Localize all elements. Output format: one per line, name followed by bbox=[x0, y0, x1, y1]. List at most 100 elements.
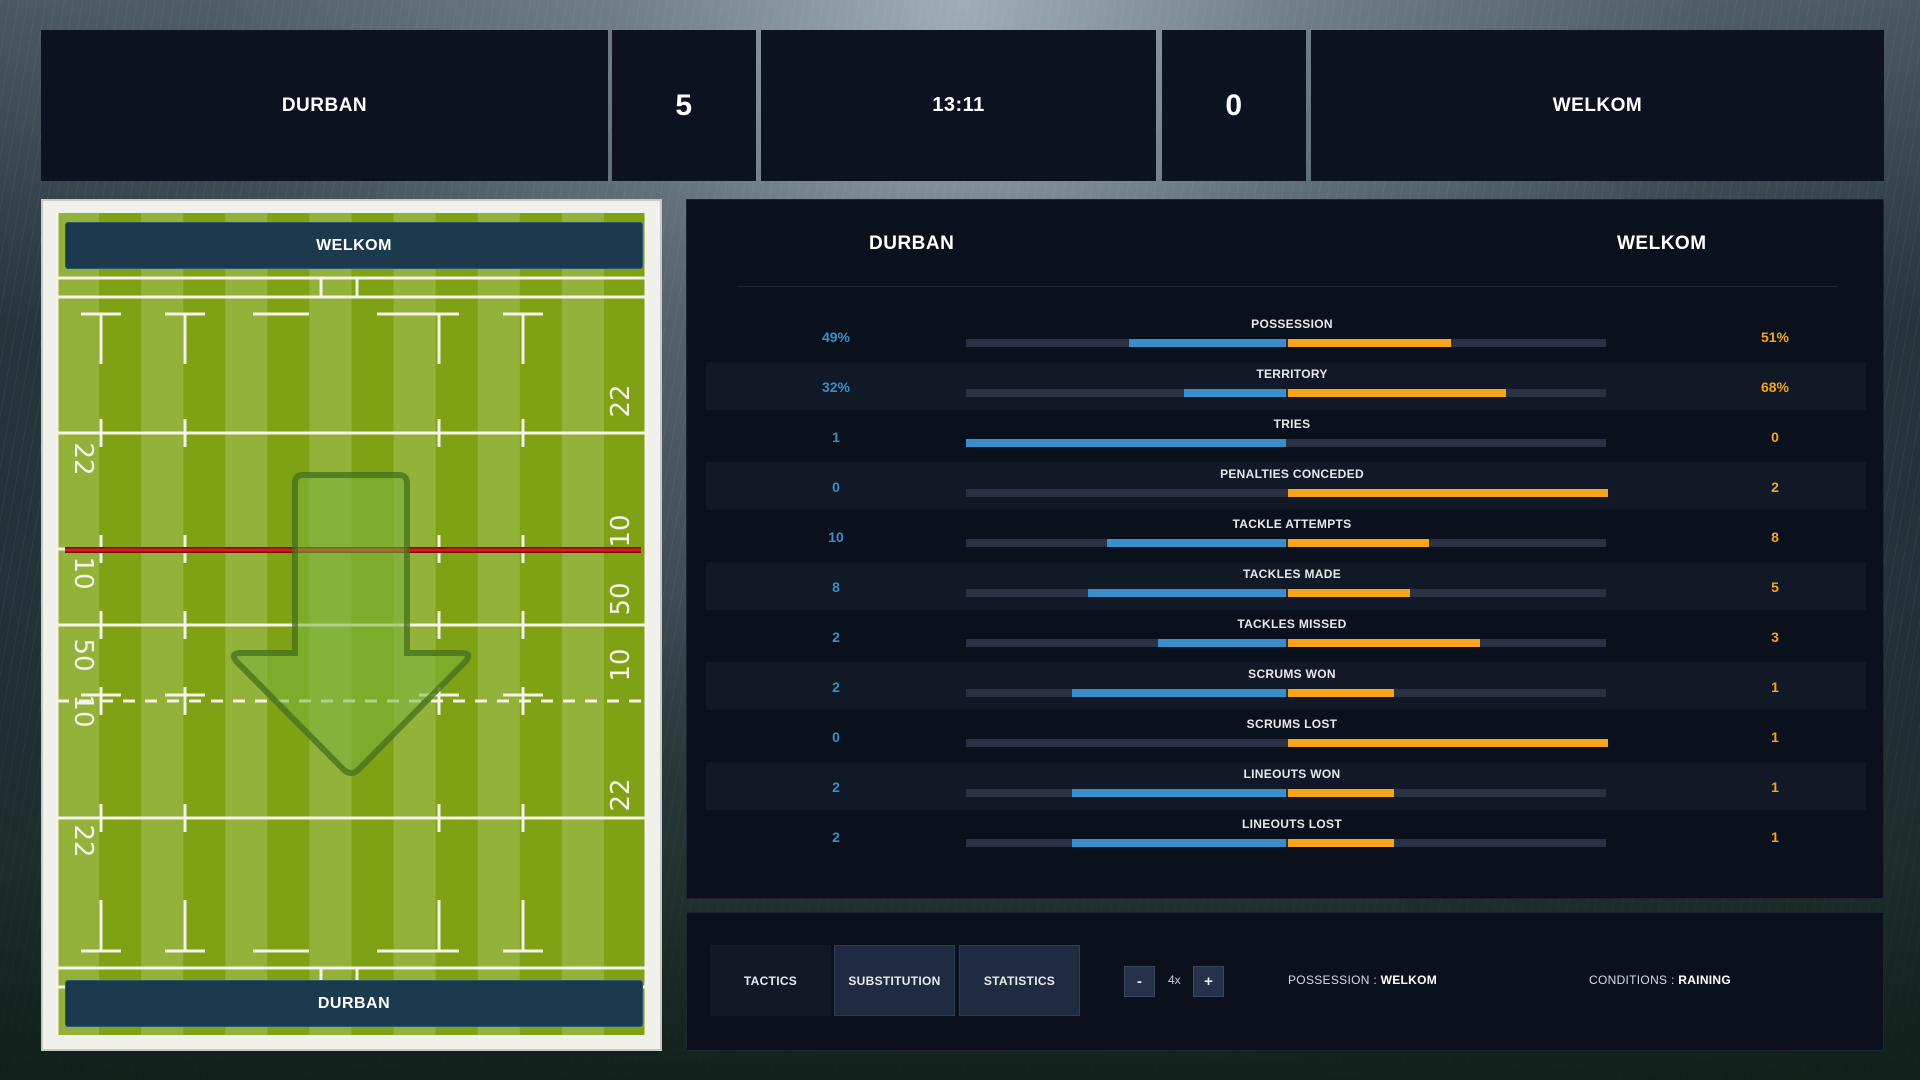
stat-away-value: 1 bbox=[1771, 729, 1779, 745]
stat-bar-track bbox=[966, 389, 1606, 397]
left-line-marking: 22 bbox=[68, 442, 98, 475]
stat-label: POSSESSION bbox=[1251, 317, 1333, 331]
right-line-marking: 50 bbox=[606, 582, 636, 615]
away-team-name: WELKOM bbox=[1311, 30, 1884, 181]
stat-home-value: 8 bbox=[832, 579, 840, 595]
top-team-bar: WELKOM bbox=[65, 222, 643, 269]
stat-label: LINEOUTS WON bbox=[1243, 767, 1341, 781]
conditions-value: RAINING bbox=[1678, 973, 1732, 987]
stat-home-bar bbox=[1072, 839, 1286, 847]
stat-row: 8 TACKLES MADE 5 bbox=[706, 562, 1866, 610]
stat-home-bar bbox=[1184, 389, 1286, 397]
possession-value: WELKOM bbox=[1380, 973, 1438, 987]
left-line-marking: 10 bbox=[68, 694, 98, 727]
stat-away-value: 1 bbox=[1771, 679, 1779, 695]
stat-label: SCRUMS WON bbox=[1248, 667, 1336, 681]
possession-label: POSSESSION : bbox=[1288, 973, 1377, 987]
stat-away-value: 51% bbox=[1760, 329, 1790, 345]
stat-row: 0 SCRUMS LOST 1 bbox=[706, 712, 1866, 760]
statistics-panel: DURBAN WELKOM 49% POSSESSION 51% 32% TERRITO… bbox=[686, 199, 1884, 899]
left-line-marking: 50 bbox=[68, 638, 98, 671]
stat-bar-track bbox=[966, 689, 1606, 697]
stat-label: SCRUMS LOST bbox=[1246, 717, 1338, 731]
speed-decrease-button[interactable]: - bbox=[1124, 966, 1155, 997]
possession-status: POSSESSION : WELKOM bbox=[1288, 973, 1437, 987]
stat-row: 2 SCRUMS WON 1 bbox=[706, 662, 1866, 710]
stat-row: 2 LINEOUTS WON 1 bbox=[706, 762, 1866, 810]
stat-away-value: 0 bbox=[1771, 429, 1779, 445]
stat-away-bar bbox=[1288, 589, 1410, 597]
stat-away-bar bbox=[1288, 689, 1394, 697]
stat-bar-track bbox=[966, 739, 1608, 747]
substitution-button[interactable]: SUBSTITUTION bbox=[834, 945, 955, 1016]
bottom-team-bar: DURBAN bbox=[65, 980, 643, 1027]
stat-label: PENALTIES CONCEDED bbox=[1220, 467, 1364, 481]
stat-label: TERRITORY bbox=[1256, 367, 1328, 381]
stat-row: 49% POSSESSION 51% bbox=[706, 312, 1866, 360]
stat-away-bar bbox=[1288, 739, 1608, 747]
conditions-status: CONDITIONS : RAINING bbox=[1589, 973, 1731, 987]
stat-home-value: 2 bbox=[832, 679, 840, 695]
stat-away-value: 3 bbox=[1771, 629, 1779, 645]
stat-away-value: 1 bbox=[1771, 829, 1779, 845]
stat-bar-track bbox=[966, 639, 1606, 647]
stat-label: TACKLE ATTEMPTS bbox=[1232, 517, 1352, 531]
stat-home-bar bbox=[1129, 339, 1286, 347]
pitch-panel: 22 10 50 10 22 22 10 50 10 22 WELKOM DURBAN bbox=[41, 199, 662, 1051]
rugby-pitch: 22 10 50 10 22 22 10 50 10 22 bbox=[55, 213, 648, 1035]
stat-home-value: 0 bbox=[832, 479, 840, 495]
stat-row: 0 PENALTIES CONCEDED 2 bbox=[706, 462, 1866, 510]
stat-away-bar bbox=[1288, 789, 1394, 797]
stat-row: 2 TACKLES MISSED 3 bbox=[706, 612, 1866, 660]
away-score: 0 bbox=[1162, 30, 1306, 181]
stat-away-bar bbox=[1288, 539, 1429, 547]
match-clock: 13:11 bbox=[761, 30, 1156, 181]
stat-home-bar bbox=[1072, 689, 1286, 697]
stat-bar-track bbox=[966, 339, 1606, 347]
stat-away-value: 1 bbox=[1771, 779, 1779, 795]
right-line-marking: 10 bbox=[606, 648, 636, 681]
stats-away-header: WELKOM bbox=[1617, 233, 1707, 254]
stat-home-value: 1 bbox=[832, 429, 840, 445]
stats-divider bbox=[737, 286, 1837, 287]
stat-home-value: 2 bbox=[832, 829, 840, 845]
stat-home-value: 10 bbox=[828, 529, 844, 545]
stat-label: TACKLES MISSED bbox=[1237, 617, 1347, 631]
stat-away-value: 2 bbox=[1771, 479, 1779, 495]
stat-away-bar bbox=[1288, 339, 1451, 347]
right-line-marking: 10 bbox=[606, 514, 636, 547]
stat-away-value: 8 bbox=[1771, 529, 1779, 545]
tactics-button[interactable]: TACTICS bbox=[710, 945, 831, 1016]
control-panel: TACTICS SUBSTITUTION STATISTICS - 4x + P… bbox=[686, 912, 1884, 1051]
stat-label: LINEOUTS LOST bbox=[1242, 817, 1342, 831]
stat-away-bar bbox=[1288, 639, 1480, 647]
stat-label: TRIES bbox=[1273, 417, 1311, 431]
stat-home-bar bbox=[1107, 539, 1286, 547]
scoreboard: DURBAN 5 13:11 0 WELKOM bbox=[41, 30, 1884, 181]
stat-home-value: 49% bbox=[821, 329, 851, 345]
home-score: 5 bbox=[612, 30, 756, 181]
stat-home-value: 2 bbox=[832, 779, 840, 795]
conditions-label: CONDITIONS : bbox=[1589, 973, 1675, 987]
stat-home-value: 0 bbox=[832, 729, 840, 745]
stat-row: 1 TRIES 0 bbox=[706, 412, 1866, 460]
stat-home-bar bbox=[966, 439, 1286, 447]
statistics-button[interactable]: STATISTICS bbox=[959, 945, 1080, 1016]
stat-away-value: 5 bbox=[1771, 579, 1779, 595]
stat-row: 32% TERRITORY 68% bbox=[706, 362, 1866, 410]
stat-row: 2 LINEOUTS LOST 1 bbox=[706, 812, 1866, 860]
stat-bar-track bbox=[966, 539, 1606, 547]
home-team-name: DURBAN bbox=[41, 30, 608, 181]
stat-away-bar bbox=[1288, 489, 1608, 497]
speed-increase-button[interactable]: + bbox=[1193, 966, 1224, 997]
right-line-marking: 22 bbox=[606, 384, 636, 417]
left-line-marking: 22 bbox=[68, 824, 98, 857]
speed-value: 4x bbox=[1168, 973, 1181, 987]
stat-home-bar bbox=[1088, 589, 1286, 597]
stat-label: TACKLES MADE bbox=[1242, 567, 1342, 581]
stat-away-bar bbox=[1288, 839, 1394, 847]
stat-home-value: 32% bbox=[821, 379, 851, 395]
right-line-marking: 22 bbox=[606, 778, 636, 811]
stat-row: 10 TACKLE ATTEMPTS 8 bbox=[706, 512, 1866, 560]
stat-bar-track bbox=[966, 589, 1606, 597]
